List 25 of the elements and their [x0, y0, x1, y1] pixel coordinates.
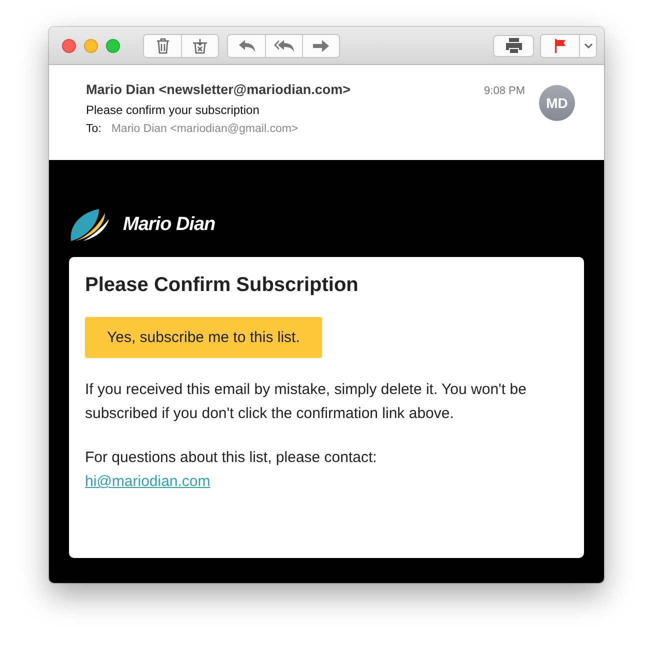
message-subject: Please confirm your subscription — [86, 103, 260, 117]
flag-icon — [554, 38, 566, 52]
contact-text: For questions about this list, please contact: — [85, 449, 377, 466]
zoom-icon[interactable] — [106, 38, 120, 52]
to-label: To: — [86, 123, 102, 135]
print-button[interactable] — [493, 34, 534, 56]
email-heading: Please Confirm Subscription — [85, 274, 360, 297]
trash-icon — [156, 38, 170, 54]
junk-button[interactable] — [181, 34, 218, 56]
avatar: MD — [539, 85, 575, 121]
junk-box-icon — [192, 38, 208, 54]
reply-all-icon — [273, 38, 295, 52]
subscribe-button[interactable]: Yes, subscribe me to this list. — [85, 317, 322, 358]
caret-icon — [584, 42, 592, 48]
forward-button[interactable] — [302, 34, 339, 56]
printer-icon — [504, 38, 522, 53]
flag-menu-button[interactable] — [579, 34, 596, 56]
close-icon[interactable] — [62, 38, 76, 52]
brand-name: Mario Dian — [123, 214, 216, 236]
sender-name: Mario Dian <newsletter@mariodian.com> — [86, 82, 350, 97]
message-time: 9:08 PM — [484, 85, 525, 97]
forward-arrow-icon — [312, 38, 330, 52]
body-paragraph: If you received this email by mistake, simply delete it. You won't be subscribed if you don't click the confirmation link above. — [85, 380, 528, 424]
reply-icon — [238, 38, 256, 52]
recipient: Mario Dian <mariodian@gmail.com> — [111, 123, 298, 135]
